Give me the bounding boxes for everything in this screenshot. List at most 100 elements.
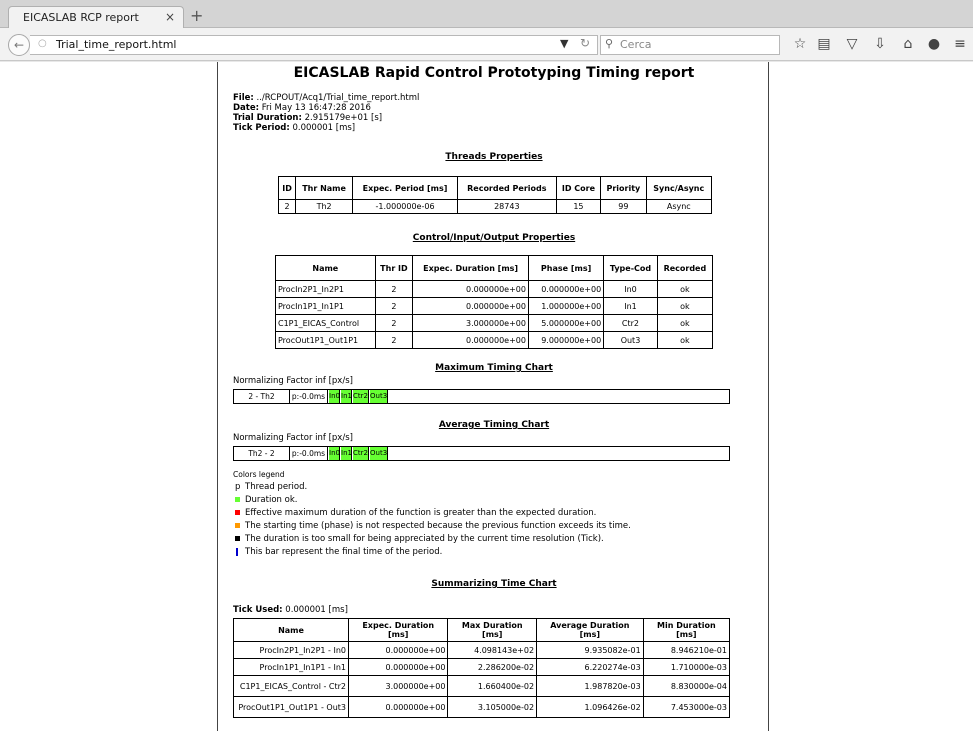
table-cell: 8.830000e-04	[642, 675, 731, 697]
bookmark-star-icon[interactable]: ☆	[792, 36, 808, 52]
legend-p-symbol: p	[235, 482, 241, 492]
table-row: ProcIn2P1_In2P1 2 0.000000e+00 0.000000e…	[275, 280, 714, 298]
table-row: C1P1_EICAS_Control 2 3.000000e+00 5.0000…	[275, 314, 714, 332]
table-cell: Ctr2	[603, 314, 658, 332]
page-viewport: EICASLAB Rapid Control Prototyping Timin…	[0, 62, 973, 731]
table-cell: ProcIn2P1_In2P1 - In0	[233, 641, 349, 659]
table-cell: 2	[277, 199, 297, 214]
home-icon[interactable]: ⌂	[900, 36, 916, 52]
table-cell: 1.000000e+00	[527, 297, 605, 315]
search-placeholder: Cerca	[620, 38, 652, 51]
timing-segment: In1	[341, 447, 352, 460]
url-dropdown-icon[interactable]: ▼	[560, 37, 568, 50]
chat-icon[interactable]: ●	[926, 36, 942, 52]
table-header: ID	[277, 176, 297, 200]
table-cell: ok	[656, 280, 714, 298]
table-cell: 3.000000e+00	[347, 675, 449, 697]
table-cell: 0.000000e+00	[412, 331, 529, 349]
timing-segment: Out3	[370, 390, 388, 403]
tab-close-icon[interactable]: ×	[165, 10, 175, 24]
table-header: Expec. Duration [ms]	[412, 255, 529, 281]
report-document: EICASLAB Rapid Control Prototyping Timin…	[217, 62, 769, 731]
table-header: ID Core	[555, 176, 602, 200]
table-cell: 2.286200e-02	[447, 658, 538, 676]
tick-used-value: 0.000001 [ms]	[282, 605, 348, 615]
new-tab-icon[interactable]: +	[190, 6, 203, 25]
table-cell: Async	[645, 199, 713, 214]
table-cell: ProcOut1P1_Out1P1	[275, 331, 376, 349]
table-cell: 1.096426e-02	[536, 696, 644, 718]
reload-icon[interactable]: ↻	[580, 36, 590, 50]
table-cell: 0.000000e+00	[412, 297, 529, 315]
legend-item: This bar represent the final time of the…	[233, 546, 631, 559]
table-header: Sync/Async	[645, 176, 713, 200]
legend-item: Effective maximum duration of the functi…	[233, 507, 631, 520]
table-cell: 3.000000e+00	[412, 314, 529, 332]
table-cell: Th2	[295, 199, 354, 214]
table-row: ProcOut1P1_Out1P1 - Out3 0.000000e+00 3.…	[233, 696, 731, 718]
max-chart-title: Maximum Timing Chart	[435, 363, 553, 373]
table-cell: In0	[603, 280, 658, 298]
legend-text: Duration ok.	[245, 495, 298, 505]
menu-icon[interactable]: ≡	[952, 36, 968, 52]
table-row: ProcIn1P1_In1P1 - In1 0.000000e+00 2.286…	[233, 658, 731, 676]
pocket-icon[interactable]: ▽	[844, 36, 860, 52]
legend-text: Effective maximum duration of the functi…	[245, 508, 597, 518]
table-header: Thr Name	[295, 176, 354, 200]
table-cell: 1.660400e-02	[447, 675, 538, 697]
table-cell: ProcIn2P1_In2P1	[275, 280, 376, 298]
legend-bar-symbol	[236, 547, 238, 556]
table-header: Thr ID	[374, 255, 414, 281]
table-cell: Out3	[603, 331, 658, 349]
legend-text: Thread period.	[245, 482, 308, 492]
table-cell: C1P1_EICAS_Control	[275, 314, 376, 332]
timing-segment: Ctr2	[353, 390, 369, 403]
table-cell: 6.220274e-03	[536, 658, 644, 676]
table-header: Expec. Period [ms]	[352, 176, 458, 200]
timing-segment: In1	[341, 390, 352, 403]
table-cell: ProcIn1P1_In1P1	[275, 297, 376, 315]
date-value: Fri May 13 16:47:28 2016	[259, 103, 371, 113]
table-cell: ok	[656, 314, 714, 332]
thread-label: 2 - Th2	[234, 390, 290, 403]
table-header: Expec. Duration [ms]	[347, 618, 449, 642]
table-cell: 0.000000e+00	[347, 641, 449, 659]
legend-text: The duration is too small for being appr…	[245, 534, 604, 544]
legend-swatch	[235, 535, 240, 541]
table-row: C1P1_EICAS_Control - Ctr2 3.000000e+00 1…	[233, 675, 731, 697]
tick-line: Tick Period: 0.000001 [ms]	[233, 123, 355, 133]
timing-segment: Ctr2	[353, 447, 369, 460]
table-cell: 3.105000e-02	[447, 696, 538, 718]
summary-table: Name Expec. Duration [ms] Max Duration […	[233, 618, 731, 718]
legend-item: Duration ok.	[233, 494, 631, 507]
browser-tab[interactable]: EICASLAB RCP report ×	[8, 6, 184, 29]
cio-title: Control/Input/Output Properties	[412, 233, 576, 243]
legend-item: The starting time (phase) is not respect…	[233, 520, 631, 533]
threads-table: ID Thr Name Expec. Period [ms] Recorded …	[277, 176, 713, 214]
timing-segment: In0	[329, 447, 340, 460]
table-cell: 0.000000e+00	[412, 280, 529, 298]
legend-text: The starting time (phase) is not respect…	[245, 521, 631, 531]
table-cell: 8.946210e-01	[642, 641, 731, 659]
tab-title: EICASLAB RCP report	[23, 11, 139, 24]
max-norm-factor: Normalizing Factor inf [px/s]	[233, 376, 353, 386]
table-cell: 0.000000e+00	[347, 658, 449, 676]
threads-title: Threads Properties	[445, 152, 543, 162]
table-header: Phase [ms]	[527, 255, 605, 281]
duration-value: 2.915179e+01 [s]	[301, 113, 383, 123]
download-icon[interactable]: ⇩	[872, 36, 888, 52]
max-timing-bar: 2 - Th2 p:-0.0ms In0 In1 Ctr2 Out3	[233, 389, 730, 404]
file-label: File:	[233, 93, 254, 103]
tab-bar: EICASLAB RCP report × +	[0, 0, 973, 29]
nav-bar: ← ○ Trial_time_report.html ▼ ↻ ⚲ Cerca ☆…	[0, 28, 973, 61]
legend-item: p Thread period.	[233, 481, 631, 494]
table-cell: 28743	[456, 199, 557, 214]
thread-label: Th2 - 2	[234, 447, 290, 460]
table-cell: -1.000000e-06	[352, 199, 458, 214]
reading-list-icon[interactable]: ▤	[816, 36, 832, 52]
date-label: Date:	[233, 103, 260, 113]
timing-segment: In0	[329, 390, 340, 403]
file-line: File: ../RCPOUT/Acq1/Trial_time_report.h…	[233, 93, 419, 103]
period-label: p:-0.0ms	[290, 390, 328, 403]
back-arrow-icon[interactable]: ←	[8, 34, 30, 56]
